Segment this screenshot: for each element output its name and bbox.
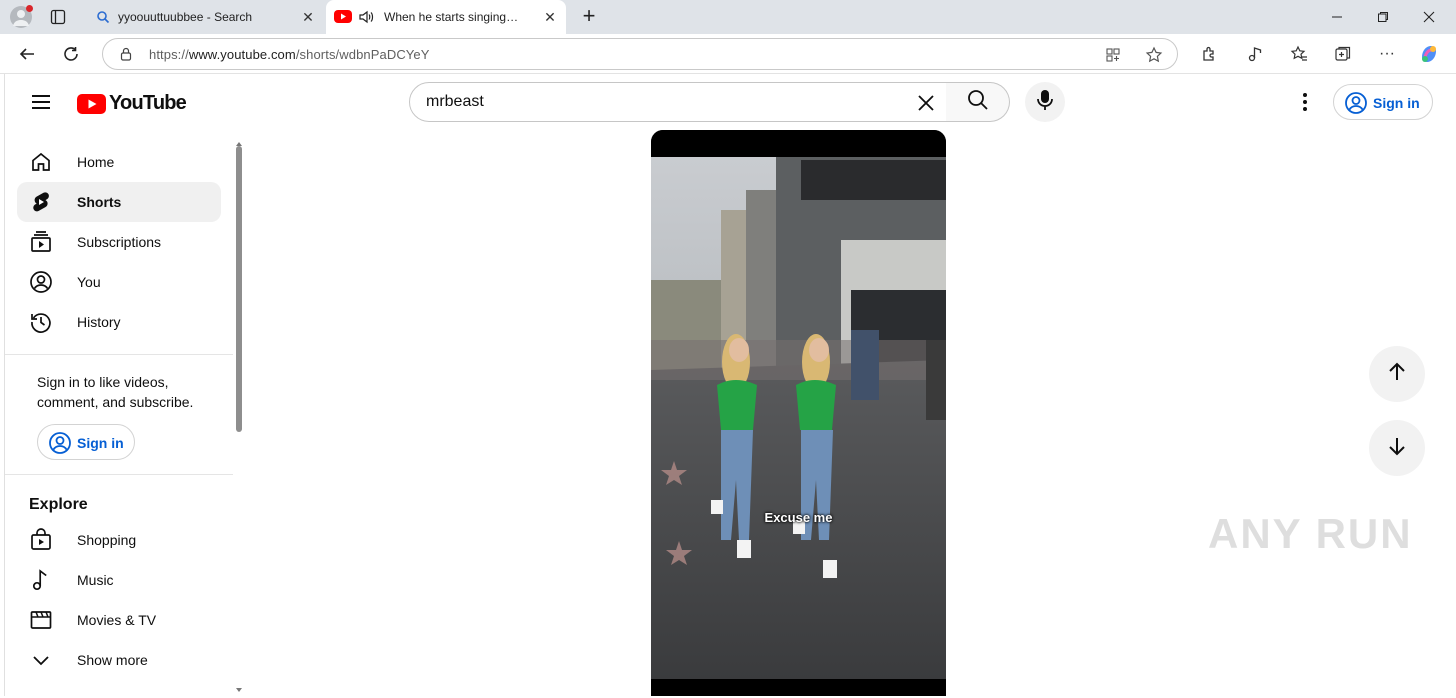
menu-icon[interactable] [29, 90, 53, 114]
previous-video-button[interactable] [1369, 346, 1425, 402]
sidebar-item-label: History [77, 314, 121, 330]
sidebar-divider [5, 474, 233, 475]
search-icon [966, 88, 990, 117]
sidebar-item-shopping[interactable]: Shopping [17, 520, 221, 560]
you-icon [29, 270, 53, 294]
sidebar-divider [5, 354, 233, 355]
extensions-icon[interactable] [1196, 42, 1222, 66]
tab-actions-icon[interactable] [50, 9, 66, 25]
movies-icon [29, 608, 53, 632]
sidebar-item-shorts[interactable]: Shorts [17, 182, 221, 222]
clear-search-icon[interactable] [916, 93, 936, 113]
sidebar-scrollbar[interactable] [236, 146, 242, 432]
favorites-icon[interactable] [1286, 42, 1312, 66]
explore-heading: Explore [29, 496, 88, 513]
sidebar-item-home[interactable]: Home [17, 142, 221, 182]
next-video-button[interactable] [1369, 420, 1425, 476]
sidebar-item-label: Subscriptions [77, 234, 162, 250]
music-icon [29, 568, 53, 592]
sidebar: Home Shorts Subscriptions You History Si… [5, 130, 237, 696]
sidebar-item-label: You [77, 274, 101, 290]
favorite-star-icon[interactable] [1145, 46, 1163, 64]
refresh-button[interactable] [58, 42, 84, 66]
settings-menu-icon[interactable] [1295, 90, 1315, 114]
header-signin-button[interactable]: Sign in [1333, 84, 1433, 120]
arrow-down-icon [1385, 434, 1409, 463]
youtube-logo[interactable]: YouTube [77, 92, 187, 115]
shorts-video-player[interactable]: Excuse me [651, 130, 946, 696]
browser-toolbar: https://www.youtube.com/shorts/wdbnPaDCY… [0, 34, 1456, 74]
youtube-wordmark: YouTube [109, 92, 187, 114]
history-icon [29, 310, 53, 334]
sidebar-item-movies[interactable]: Movies & TV [17, 600, 221, 640]
app-available-icon[interactable] [1105, 47, 1121, 63]
new-tab-button[interactable]: + [578, 5, 600, 27]
signin-label: Sign in [77, 435, 124, 451]
watermark: ANY RUN [1208, 510, 1413, 557]
close-icon[interactable]: ✕ [542, 9, 558, 25]
sidebar-item-label: Show more [77, 652, 148, 668]
sidebar-item-label: Shopping [77, 532, 137, 548]
account-circle-icon [48, 431, 72, 455]
microphone-icon [1035, 88, 1055, 117]
signin-prompt: Sign in to like videos, comment, and sub… [37, 374, 194, 410]
sidebar-item-subscriptions[interactable]: Subscriptions [17, 222, 221, 262]
sidebar-item-label: Shorts [77, 194, 122, 210]
tab-youtube[interactable]: When he starts singing😳 - YouTube ✕ [326, 0, 566, 34]
youtube-play-icon [77, 93, 106, 114]
profile-avatar[interactable] [10, 5, 33, 28]
search-button[interactable] [946, 82, 1010, 122]
copilot-icon[interactable] [1416, 42, 1442, 66]
sidebar-item-you[interactable]: You [17, 262, 221, 302]
video-caption: Excuse me [764, 510, 833, 525]
close-window-button[interactable] [1406, 0, 1452, 34]
signin-label: Sign in [1373, 95, 1420, 111]
address-bar[interactable]: https://www.youtube.com/shorts/wdbnPaDCY… [102, 38, 1178, 70]
search-input[interactable] [426, 93, 906, 111]
lock-icon[interactable] [119, 47, 133, 61]
search-icon [96, 10, 110, 24]
shopping-icon [29, 528, 53, 552]
sidebar-scroll-up-arrow[interactable] [235, 134, 243, 146]
sidebar-item-history[interactable]: History [17, 302, 221, 342]
read-aloud-icon[interactable] [1242, 42, 1268, 66]
tab-search[interactable]: yyoouuttuubbee - Search ✕ [86, 0, 324, 34]
youtube-favicon-icon [334, 10, 352, 23]
arrow-up-icon [1385, 360, 1409, 389]
speaker-icon[interactable] [358, 8, 376, 26]
tab-title: yyoouuttuubbee - Search [118, 10, 253, 24]
video-frame [651, 130, 946, 696]
sidebar-item-label: Music [77, 572, 114, 588]
sidebar-signin-button[interactable]: Sign in [37, 424, 135, 460]
voice-search-button[interactable] [1025, 82, 1065, 122]
url-text[interactable]: https://www.youtube.com/shorts/wdbnPaDCY… [149, 47, 430, 62]
chevron-down-icon [29, 648, 53, 672]
youtube-page: YouTube Sign in Home [4, 74, 1456, 696]
search-box[interactable] [409, 82, 947, 122]
subscriptions-icon [29, 230, 53, 254]
show-more-button[interactable]: Show more [17, 640, 221, 680]
shorts-icon [29, 190, 53, 214]
sidebar-item-music[interactable]: Music [17, 560, 221, 600]
close-icon[interactable]: ✕ [300, 9, 316, 25]
tab-strip: yyoouuttuubbee - Search ✕ When he starts… [0, 0, 1456, 34]
home-icon [29, 150, 53, 174]
account-circle-icon [1344, 91, 1368, 115]
minimize-button[interactable] [1314, 0, 1360, 34]
back-button[interactable] [14, 42, 40, 66]
sidebar-item-label: Home [77, 154, 115, 170]
restore-button[interactable] [1360, 0, 1406, 34]
sidebar-item-label: Movies & TV [77, 612, 157, 628]
more-options-icon[interactable]: ··· [1374, 42, 1400, 66]
collections-icon[interactable] [1330, 42, 1356, 66]
sidebar-scroll-down-arrow[interactable] [235, 680, 243, 692]
tab-title: When he starts singing😳 - YouTube [384, 10, 530, 24]
